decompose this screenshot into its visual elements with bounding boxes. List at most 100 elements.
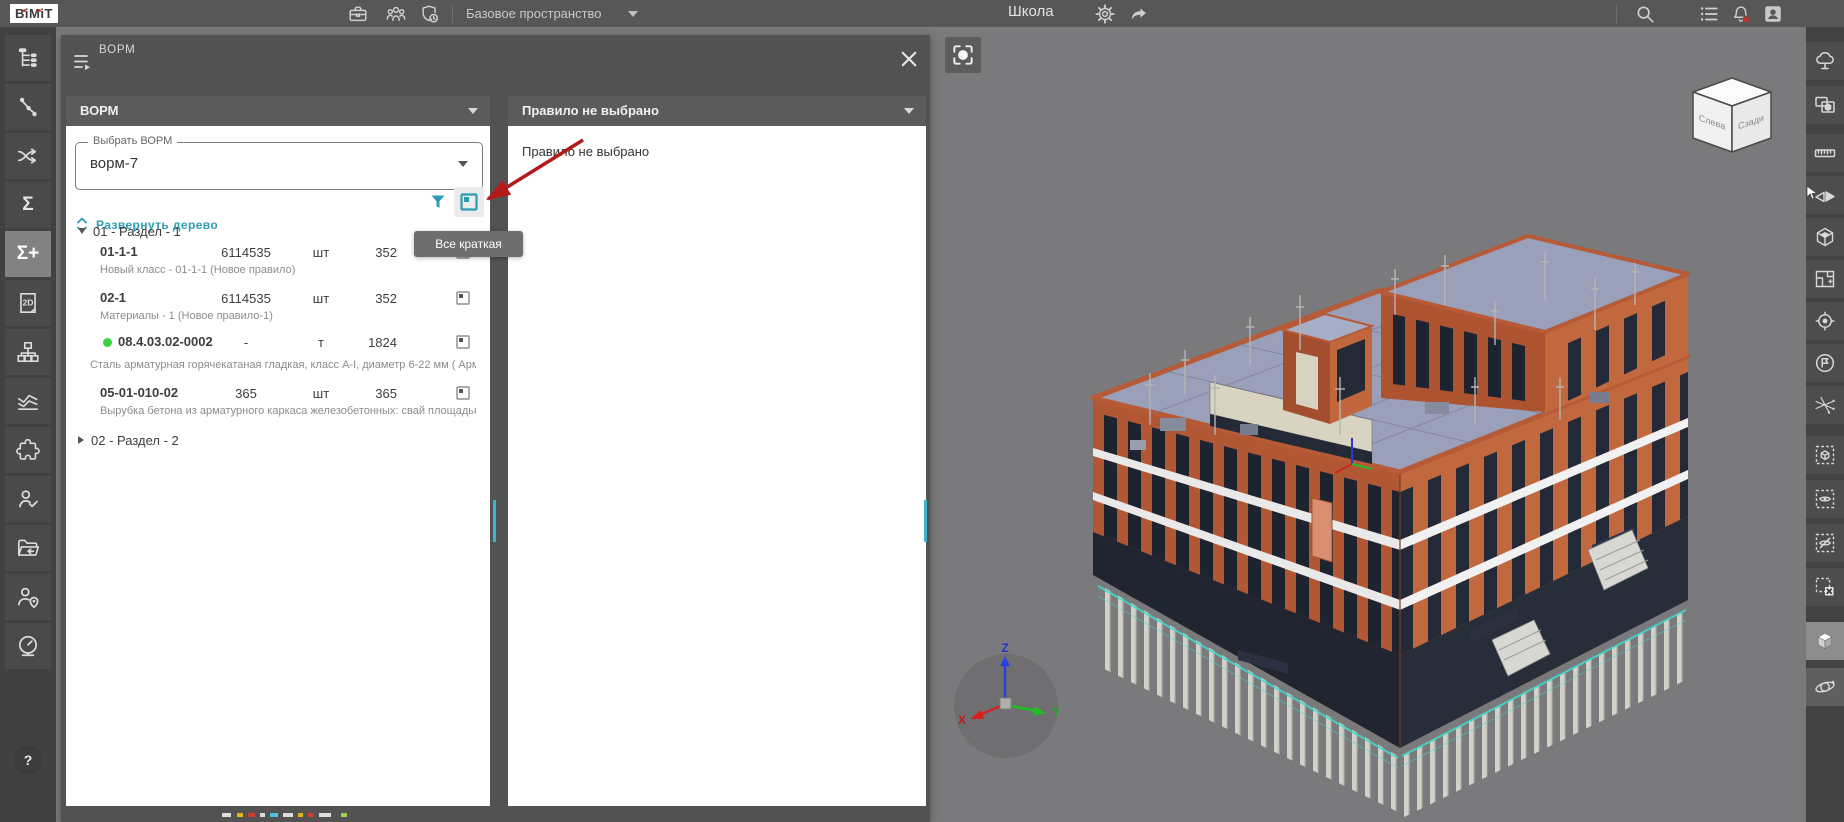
row-brief-icon[interactable] <box>455 290 471 306</box>
sidebar-item-user-location[interactable] <box>5 574 51 620</box>
analytics-icon <box>17 394 39 410</box>
section-1-label: 01 - Раздел - 1 <box>93 223 181 239</box>
axis-gizmo[interactable]: Z X Y <box>954 641 1060 758</box>
topbar-divider <box>452 5 453 23</box>
toolbar-floor-plan-button[interactable] <box>1806 260 1844 298</box>
sidebar-item-sum[interactable]: Σ <box>5 182 51 228</box>
toolbar-select-similar-button[interactable] <box>1806 86 1844 124</box>
window-title: ВОРМ <box>99 44 136 56</box>
list-icon[interactable] <box>1698 3 1720 25</box>
share-icon[interactable] <box>1128 3 1150 25</box>
toolbar-section-box-button[interactable] <box>1806 218 1844 256</box>
vorm-select-value: ворм-7 <box>90 155 139 172</box>
close-icon[interactable] <box>901 51 917 67</box>
toolbar-focus-button[interactable] <box>1806 302 1844 340</box>
rule-panel-collapse-icon[interactable] <box>904 108 914 114</box>
show-eye-icon <box>1815 489 1835 509</box>
toolbar-orbit-button[interactable] <box>1806 668 1844 706</box>
panel-resize-gripper-right[interactable] <box>924 500 927 542</box>
sidebar-item-2d[interactable]: 2D <box>5 280 51 326</box>
sidebar-item-folder-export[interactable] <box>5 525 51 571</box>
sidebar-item-analytics[interactable] <box>5 378 51 424</box>
section-collapsed-caret-icon[interactable] <box>78 436 84 444</box>
team-icon[interactable] <box>385 3 407 25</box>
panel-resize-gripper-left[interactable] <box>493 500 496 542</box>
application-window: Слева Сзади Z X Y BiMiT Базовое простран… <box>0 0 1844 822</box>
sidebar-item-hierarchy[interactable] <box>5 329 51 375</box>
section-expanded-caret-icon[interactable] <box>78 228 86 234</box>
filter-icon[interactable] <box>429 193 447 211</box>
shield-status-icon[interactable] <box>419 3 441 25</box>
solid-cube-icon <box>1817 632 1833 650</box>
sidebar-item-shuffle[interactable] <box>5 133 51 179</box>
row-qty: 365 <box>235 386 257 401</box>
vorm-panel-body: Выбрать ВОРМ ворм-7 Развернуть дерево 01… <box>66 126 490 806</box>
sidebar-item-user-check[interactable] <box>5 476 51 522</box>
axis-z-label: Z <box>1001 641 1008 655</box>
sigma-icon: Σ <box>22 194 34 215</box>
toolbar-solid-view-button-active[interactable] <box>1806 622 1844 660</box>
section-box-icon <box>1816 227 1834 247</box>
hide-eye-icon <box>1815 533 1835 553</box>
vorm-select[interactable]: Выбрать ВОРМ ворм-7 <box>75 135 483 190</box>
toolbar-measure-button[interactable] <box>1806 134 1844 172</box>
tree-section-2[interactable]: 02 - Раздел - 2 <box>78 430 179 450</box>
sidebar-item-tree-structure[interactable] <box>5 35 51 81</box>
gear-icon[interactable] <box>1094 3 1116 25</box>
left-sidebar: Σ Σ+ 2D ? <box>0 27 56 822</box>
sidebar-item-relations[interactable] <box>5 84 51 130</box>
sigma-plus-icon: Σ+ <box>16 243 40 264</box>
sidebar-item-dashboard[interactable] <box>5 623 51 669</box>
row-brief-icon[interactable] <box>455 385 471 401</box>
row-qty: 6114535 <box>221 245 271 260</box>
rule-panel-header-label: Правило не выбрано <box>522 103 659 118</box>
workspace-selector[interactable]: Базовое пространство <box>466 0 602 27</box>
toolbar-isolate-button[interactable] <box>1806 436 1844 474</box>
focus-target-icon <box>1815 311 1835 331</box>
floor-plan-icon <box>1815 270 1835 288</box>
toolbar-flag-button[interactable] <box>1806 344 1844 382</box>
vorm-select-caret-icon[interactable] <box>458 161 468 167</box>
vorm-select-label: Выбрать ВОРМ <box>88 135 178 147</box>
top-bar: BiMiT Базовое пространство Школа <box>0 0 1844 27</box>
briefcase-icon[interactable] <box>347 3 369 25</box>
row-count: 352 <box>375 291 397 306</box>
rule-panel-header[interactable]: Правило не выбрано <box>508 96 926 126</box>
brief-view-icon <box>460 193 478 211</box>
vorm-panel-header[interactable]: ВОРМ <box>66 96 490 126</box>
tree-row-2[interactable]: 02-1 6114535 шт 352 Материалы - 1 (Новое… <box>66 290 490 334</box>
sidebar-item-plugins[interactable] <box>5 427 51 473</box>
search-icon[interactable] <box>1634 3 1656 25</box>
orbit-icon <box>1815 680 1835 693</box>
help-button[interactable]: ? <box>13 745 43 775</box>
mouse-cursor-icon <box>1806 185 1818 200</box>
2d-label: 2D <box>22 298 33 308</box>
brief-view-tooltip: Все краткая <box>414 231 523 257</box>
focus-selection-button[interactable] <box>945 37 981 73</box>
tree-section-1[interactable]: 01 - Раздел - 1 <box>78 221 181 241</box>
puzzle-icon <box>16 438 40 460</box>
row-brief-icon[interactable] <box>455 334 471 350</box>
panel-menu-icon[interactable] <box>73 52 95 72</box>
section-2-label: 02 - Раздел - 2 <box>91 432 179 448</box>
workspace-label: Базовое пространство <box>466 6 602 21</box>
app-logo[interactable]: BiMiT <box>10 4 58 23</box>
tree-structure-icon <box>18 48 37 67</box>
sidebar-item-sum-add-active[interactable]: Σ+ <box>5 231 51 277</box>
toolbar-clear-selection-button[interactable] <box>1806 568 1844 606</box>
tree-row-3[interactable]: 08.4.03.02-0002 - т 1824 Сталь арматурна… <box>66 334 490 382</box>
notifications-icon[interactable] <box>1730 3 1752 25</box>
tree-row-4[interactable]: 05-01-010-02 365 шт 365 Вырубка бетона и… <box>66 385 490 429</box>
navigation-cube[interactable]: Слева Сзади <box>1692 77 1772 153</box>
workspace-caret-icon[interactable] <box>628 11 638 17</box>
sheet-2d-icon: 2D <box>20 292 36 314</box>
account-icon[interactable] <box>1762 3 1784 25</box>
vorm-panel-collapse-icon[interactable] <box>468 108 478 114</box>
school-building-3d-model <box>1090 234 1691 818</box>
brief-view-toggle-button[interactable] <box>454 187 484 217</box>
toolbar-hide-button[interactable] <box>1806 524 1844 562</box>
toolbar-show-button[interactable] <box>1806 480 1844 518</box>
toolbar-tree-mode-button[interactable] <box>1806 42 1844 80</box>
toolbar-grid-axes-button[interactable] <box>1806 386 1844 424</box>
right-toolbar <box>1806 27 1844 822</box>
